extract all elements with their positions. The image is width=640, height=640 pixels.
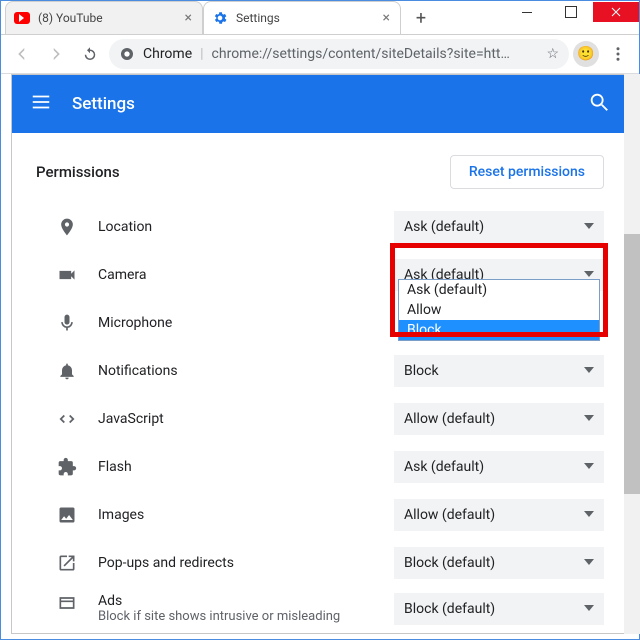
close-tab-icon[interactable]: × [381,10,392,26]
chevron-down-icon [584,219,594,235]
tab-title: (8) YouTube [38,11,183,25]
code-icon [56,409,78,429]
permission-row-popup: Pop-ups and redirects Block (default) [12,539,628,587]
search-icon[interactable] [588,91,610,117]
select-value: Ask (default) [404,459,484,475]
permission-label: Pop-ups and redirects [98,555,374,571]
gear-icon [212,10,228,26]
settings-title: Settings [72,94,568,114]
chevron-down-icon [584,411,594,427]
permission-label: JavaScript [98,411,374,427]
permission-label: Notifications [98,363,374,379]
permission-label: Microphone [98,315,374,331]
address-bar[interactable]: Chrome | chrome://settings/content/siteD… [109,39,569,69]
chrome-icon [119,46,135,62]
permission-select-image[interactable]: Allow (default) [394,499,604,531]
nav-back-button[interactable] [7,39,37,69]
permission-select-ads[interactable]: Block (default) [394,593,604,625]
permission-label: Camera [98,267,374,283]
permission-select-bell[interactable]: Block [394,355,604,387]
profile-avatar[interactable]: 🙂 [573,41,599,67]
section-title: Permissions [36,163,450,181]
permission-select-location[interactable]: Ask (default) [394,211,604,243]
star-icon[interactable]: ☆ [546,46,559,62]
close-tab-icon[interactable]: × [183,10,194,26]
settings-content: Permissions Reset permissions Location As… [12,133,628,633]
permission-label: Ads [98,593,374,609]
tab-youtube[interactable]: (8) YouTube × [5,1,203,34]
window-minimize-button[interactable] [505,2,549,22]
dropdown-option-selected[interactable]: Block [399,320,599,340]
puzzle-icon [56,457,78,477]
permission-label: Location [98,219,374,235]
permission-row-ads: AdsBlock if site shows intrusive or misl… [12,587,628,633]
chevron-down-icon [584,363,594,379]
permission-row-bell: Notifications Block [12,347,628,395]
image-icon [56,505,78,525]
bell-icon [56,361,78,381]
url-scheme: Chrome [143,46,192,62]
browser-menu-button[interactable] [603,39,633,69]
tab-settings[interactable]: Settings × [203,1,401,34]
browser-toolbar: Chrome | chrome://settings/content/siteD… [1,34,639,74]
settings-header: Settings [12,75,628,133]
select-value: Ask (default) [404,219,484,235]
camera-icon [56,265,78,285]
location-icon [56,217,78,237]
dropdown-option[interactable]: Ask (default) [399,280,599,300]
permission-row-code: JavaScript Allow (default) [12,395,628,443]
camera-dropdown-list[interactable]: Ask (default) Allow Block [398,279,600,341]
permission-sublabel: Block if site shows intrusive or mislead… [98,609,374,626]
ads-icon [56,593,78,613]
select-value: Allow (default) [404,507,495,523]
chevron-down-icon [584,555,594,571]
tab-title: Settings [236,11,381,25]
permission-select-code[interactable]: Allow (default) [394,403,604,435]
url-text: chrome://settings/content/siteDetails?si… [212,46,539,62]
new-tab-button[interactable]: + [407,4,435,32]
chevron-down-icon [584,459,594,475]
menu-icon[interactable] [30,91,52,117]
permission-row-image: Images Allow (default) [12,491,628,539]
popup-icon [56,553,78,573]
scrollbar-thumb[interactable] [624,234,640,494]
dropdown-option[interactable]: Allow [399,300,599,320]
tab-strip: (8) YouTube × Settings × + [5,1,435,34]
nav-forward-button[interactable] [41,39,71,69]
select-value: Block (default) [404,555,495,571]
window-close-button[interactable] [593,2,639,22]
permission-row-puzzle: Flash Ask (default) [12,443,628,491]
permission-label: Flash [98,459,374,475]
reset-permissions-button[interactable]: Reset permissions [450,155,604,189]
chevron-down-icon [584,601,594,617]
permission-label: Images [98,507,374,523]
permission-select-popup[interactable]: Block (default) [394,547,604,579]
select-value: Block [404,363,439,379]
mic-icon [56,313,78,333]
youtube-icon [14,10,30,26]
select-value: Block (default) [404,601,495,617]
select-value: Allow (default) [404,411,495,427]
scrollbar-track[interactable] [624,74,640,634]
chevron-down-icon [584,507,594,523]
permission-row-location: Location Ask (default) [12,203,628,251]
permission-select-puzzle[interactable]: Ask (default) [394,451,604,483]
nav-reload-button[interactable] [75,39,105,69]
window-maximize-button[interactable] [549,2,593,22]
